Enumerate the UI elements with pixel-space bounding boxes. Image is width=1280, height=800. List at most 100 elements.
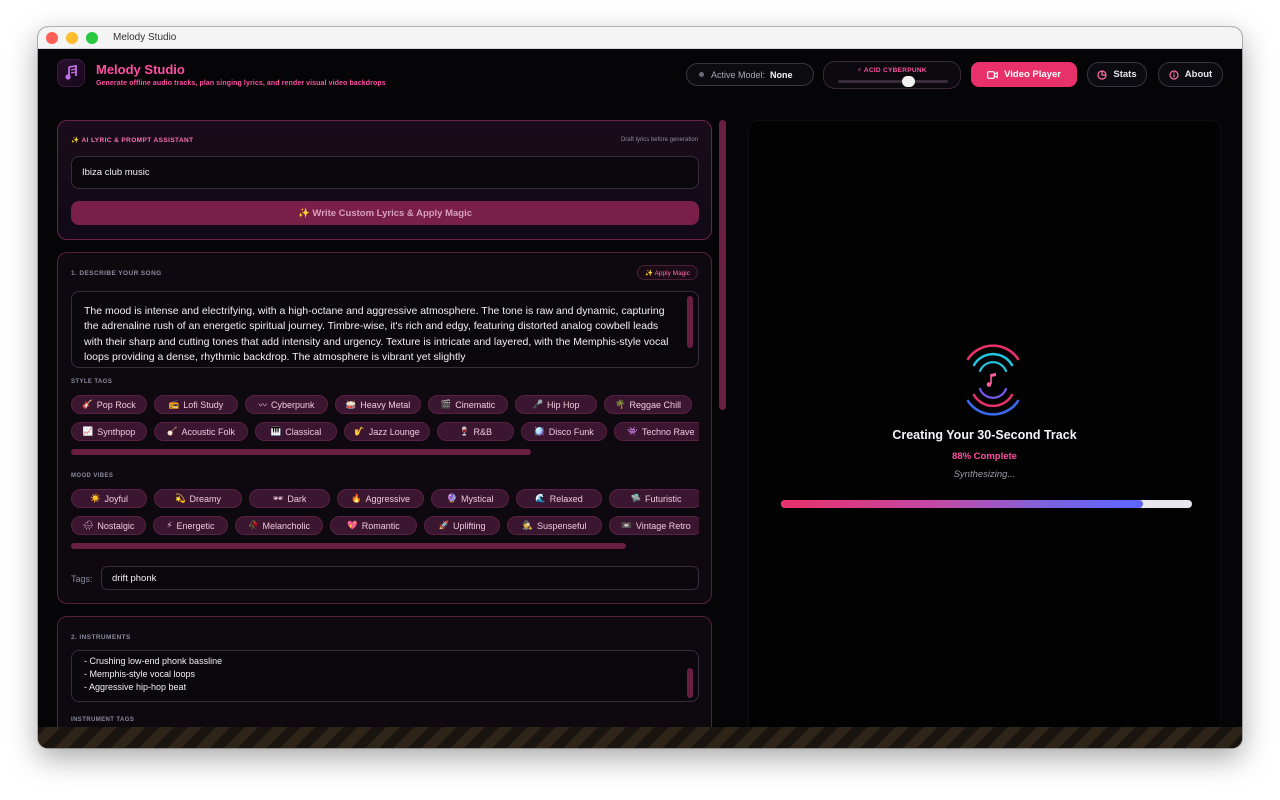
about-label: About (1184, 69, 1213, 80)
chip-label: Classical (285, 426, 322, 437)
active-model-label: Active Model: (711, 69, 766, 80)
editor-scrollbar[interactable] (719, 120, 726, 410)
write-lyrics-button[interactable]: ✨ Write Custom Lyrics & Apply Magic (71, 201, 699, 225)
mood-chip[interactable]: ⚡ Energetic (153, 516, 228, 535)
style-tag-chip[interactable]: 🍷 R&B (437, 422, 514, 441)
style-tags-row-1: 🎸 Pop Rock 📻 Lofi Study 〰 Cyberpunk 🥁 Heavy Met… (71, 395, 699, 414)
chip-emoji-icon: 💫 (174, 493, 186, 503)
theme-slider-track[interactable] (838, 80, 948, 83)
mood-chip[interactable]: 🛸 Futuristic (609, 489, 699, 508)
style-tags-label: STYLE TAGS (71, 379, 113, 385)
chip-label: Jazz Lounge (368, 426, 420, 437)
title-bar: Melody Studio (38, 27, 1242, 49)
theme-slider-knob[interactable] (902, 76, 915, 87)
theme-selector[interactable]: ⚡ ACID CYBERPUNK (823, 61, 961, 89)
tags-input[interactable]: drift phonk (101, 566, 699, 590)
style-tag-chip[interactable]: 👾 Techno Rave (614, 422, 699, 441)
style-tag-chip[interactable]: 🌴 Reggae Chill (604, 395, 692, 414)
chip-label: Synthpop (97, 426, 136, 437)
apply-magic-button[interactable]: ✨ Apply Magic (637, 265, 698, 280)
chip-label: Relaxed (549, 493, 583, 504)
window-title: Melody Studio (113, 32, 177, 43)
song-description-text: The mood is intense and electrifying, wi… (84, 305, 669, 363)
assistant-prompt-input[interactable]: Ibiza club music (71, 156, 699, 189)
style-tag-chip[interactable]: 📻 Lofi Study (154, 395, 238, 414)
chip-label: Joyful (104, 493, 129, 504)
style-tag-chip[interactable]: 〰 Cyberpunk (245, 395, 328, 414)
mood-chip[interactable]: 🔮 Mystical (431, 489, 509, 508)
chip-label: Suspenseful (537, 520, 587, 531)
chip-label: Futuristic (645, 493, 682, 504)
generation-panel: Creating Your 30-Second Track 88% Comple… (748, 120, 1221, 740)
chip-label: Cinematic (455, 399, 496, 410)
generation-spinner-icon (966, 344, 1020, 416)
style-tag-chip[interactable]: 🎹 Classical (255, 422, 337, 441)
chip-label: Vintage Retro (635, 520, 691, 531)
chip-emoji-icon: 🎷 (354, 426, 365, 436)
instrument-line: - Crushing low-end phonk bassline (84, 656, 223, 666)
info-icon (1169, 69, 1179, 80)
song-description-textarea[interactable]: The mood is intense and electrifying, wi… (71, 291, 699, 368)
mood-chip[interactable]: 🕵 Suspenseful (507, 516, 602, 535)
tags-label: Tags: (71, 574, 93, 584)
chip-emoji-icon: 🌧 (82, 520, 94, 530)
close-window-button[interactable] (46, 31, 58, 44)
mood-chip[interactable]: ☀️ Joyful (71, 489, 147, 508)
instrument-tags-label: INSTRUMENT TAGS (71, 717, 135, 723)
generation-status: Synthesizing... (953, 469, 1016, 480)
status-dot-icon (699, 72, 704, 77)
instruments-scrollbar[interactable] (687, 668, 693, 698)
mood-chip[interactable]: 🌊 Relaxed (516, 489, 602, 508)
assistant-hint: Draft lyrics before generation (620, 137, 698, 143)
chip-emoji-icon: 🎹 (270, 426, 282, 436)
mood-chip[interactable]: 🌧 Nostalgic (71, 516, 146, 535)
window-controls (46, 31, 98, 44)
active-model-indicator[interactable]: Active Model: None (686, 63, 814, 86)
style-tags-scrollbar[interactable] (71, 449, 531, 455)
chip-emoji-icon: 🔥 (350, 493, 362, 503)
chip-label: Reggae Chill (629, 399, 682, 410)
describe-song-card: 1. DESCRIBE YOUR SONG ✨ Apply Magic The … (57, 252, 712, 604)
chip-emoji-icon: 🎤 (532, 399, 544, 409)
style-tags-row-2: 📈 Synthpop 🪕 Acoustic Folk 🎹 Classical 🎷 Jazz L… (71, 422, 699, 441)
chip-label: Romantic (361, 520, 400, 531)
chip-label: Melancholic (262, 520, 311, 531)
mood-chip[interactable]: 💫 Dreamy (154, 489, 242, 508)
mood-row-2: 🌧 Nostalgic ⚡ Energetic 🥀 Melancholic 💖 Romanti… (71, 516, 699, 535)
style-tag-chip[interactable]: 🪩 Disco Funk (521, 422, 607, 441)
chip-label: Hip Hop (547, 399, 580, 410)
style-tag-chip[interactable]: 🎷 Jazz Lounge (344, 422, 430, 441)
chip-emoji-icon: 🌴 (614, 399, 626, 409)
chip-label: Disco Funk (548, 426, 594, 437)
mood-row-1: ☀️ Joyful 💫 Dreamy 🕶 Dark 🔥 Aggressive 🔮 Mystical… (71, 489, 699, 508)
description-scrollbar[interactable] (687, 296, 693, 348)
hazard-stripe-footer (38, 727, 1242, 748)
mood-chip[interactable]: 📼 Vintage Retro (609, 516, 699, 535)
chip-emoji-icon: 🚀 (438, 520, 450, 530)
mood-scrollbar[interactable] (71, 543, 626, 549)
style-tag-chip[interactable]: 🎤 Hip Hop (515, 395, 597, 414)
mood-chip[interactable]: 🔥 Aggressive (337, 489, 424, 508)
zoom-window-button[interactable] (86, 31, 98, 44)
mood-chip[interactable]: 🥀 Melancholic (235, 516, 323, 535)
describe-section-label: 1. DESCRIBE YOUR SONG (71, 270, 162, 277)
chip-emoji-icon: 🕵 (522, 520, 534, 530)
mood-chip[interactable]: 💖 Romantic (330, 516, 417, 535)
instruments-textarea[interactable]: - Crushing low-end phonk bassline - Memp… (71, 650, 699, 702)
stats-button[interactable]: Stats (1087, 62, 1147, 87)
mood-chip[interactable]: 🕶 Dark (249, 489, 330, 508)
style-tag-chip[interactable]: 📈 Synthpop (71, 422, 147, 441)
chip-emoji-icon: 🛸 (630, 493, 642, 503)
style-tag-chip[interactable]: 🎬 Cinematic (428, 395, 508, 414)
about-button[interactable]: About (1158, 62, 1223, 87)
style-tag-chip[interactable]: 🎸 Pop Rock (71, 395, 147, 414)
style-tag-chip[interactable]: 🥁 Heavy Metal (335, 395, 421, 414)
pie-chart-icon (1097, 69, 1107, 80)
chip-label: Dreamy (189, 493, 222, 504)
video-player-button[interactable]: Video Player (971, 62, 1077, 87)
lyric-assistant-card: ✨ AI LYRIC & PROMPT ASSISTANT Draft lyri… (57, 120, 712, 240)
style-tag-chip[interactable]: 🪕 Acoustic Folk (154, 422, 248, 441)
theme-label: ⚡ ACID CYBERPUNK (857, 67, 927, 74)
mood-chip[interactable]: 🚀 Uplifting (424, 516, 500, 535)
minimize-window-button[interactable] (66, 31, 78, 44)
